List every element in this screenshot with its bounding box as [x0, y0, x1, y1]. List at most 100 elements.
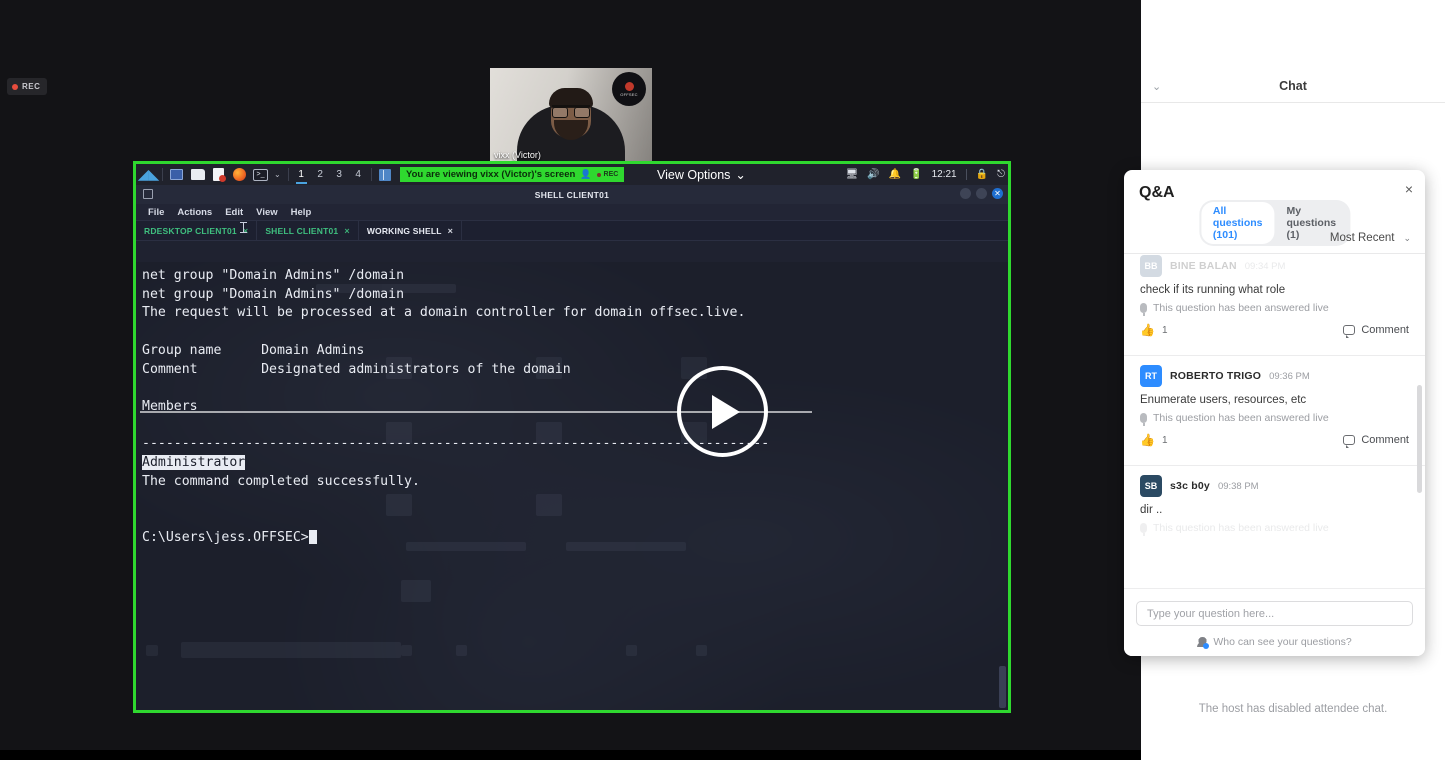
clock: 12:21 — [931, 168, 957, 180]
qa-question-item[interactable]: BB BINE BALAN 09:34 PM check if its runn… — [1124, 254, 1425, 346]
webcam-participant-name: vixx (Victor) — [494, 150, 541, 160]
kali-dragon-menu-icon[interactable]: ◢◣ — [138, 166, 160, 183]
comment-bubble-icon — [1343, 325, 1356, 338]
chevron-down-icon[interactable]: ⌄ — [274, 170, 281, 179]
qa-answered-text: This question has been answered live — [1153, 412, 1329, 424]
terminal-scrollbar[interactable] — [998, 262, 1007, 710]
tab-shell-client01[interactable]: SHELL CLIENT01 × — [257, 221, 359, 240]
record-dot-icon-2 — [596, 172, 601, 177]
qa-question-list[interactable]: BB BINE BALAN 09:34 PM check if its runn… — [1124, 254, 1425, 588]
share-banner-text: You are viewing vixx (Victor)'s screen — [406, 169, 576, 180]
chat-panel-header: ⌄ Chat — [1141, 70, 1445, 103]
menu-edit[interactable]: Edit — [225, 207, 243, 218]
workspace-4[interactable]: 4 — [349, 169, 368, 180]
who-can-see-link[interactable]: Who can see your questions? — [1124, 636, 1425, 649]
close-button[interactable]: ✕ — [992, 188, 1003, 199]
maximize-button[interactable] — [976, 188, 987, 199]
qa-answered-text: This question has been answered live — [1153, 522, 1329, 534]
microphone-icon — [1140, 413, 1147, 426]
minimize-button[interactable] — [960, 188, 971, 199]
qa-question-item[interactable]: SB s3c b0y 09:38 PM dir .. This question… — [1124, 465, 1425, 536]
volume-icon[interactable]: 🔊 — [867, 169, 879, 180]
comment-button[interactable]: Comment — [1343, 434, 1409, 448]
tab-shell-label: SHELL CLIENT01 — [265, 225, 339, 236]
menu-view[interactable]: View — [256, 207, 277, 218]
qa-answered-text: This question has been answered live — [1153, 302, 1329, 314]
close-icon-tab-shell[interactable]: × — [344, 226, 349, 236]
like-button[interactable]: 👍 1 — [1140, 433, 1168, 447]
qa-question-header: RT ROBERTO TRIGO 09:36 PM — [1140, 365, 1409, 387]
who-can-see-label: Who can see your questions? — [1213, 636, 1352, 648]
terminal-selected-text: Administrator — [142, 455, 246, 471]
comment-label: Comment — [1361, 434, 1409, 446]
firefox-icon[interactable] — [231, 166, 248, 183]
battery-icon[interactable]: 🔋 — [910, 169, 922, 180]
screen-icon[interactable]: 🖥 — [846, 169, 859, 180]
menu-file[interactable]: File — [148, 207, 164, 218]
close-icon-tab-working[interactable]: × — [448, 226, 453, 236]
thumbs-up-icon: 👍 — [1140, 433, 1155, 447]
qa-scrollbar-thumb[interactable] — [1417, 385, 1422, 493]
window-task-icon[interactable] — [377, 166, 394, 183]
display-settings-icon[interactable] — [168, 166, 185, 183]
menu-help[interactable]: Help — [291, 207, 312, 218]
share-banner-rec-label: REC — [603, 171, 619, 178]
terminal-icon[interactable]: >_ — [252, 166, 269, 183]
file-manager-icon[interactable] — [189, 166, 206, 183]
comment-label: Comment — [1361, 324, 1409, 336]
workspace-3[interactable]: 3 — [330, 169, 349, 180]
qa-panel: Q&A × All questions (101) My questions (… — [1124, 170, 1425, 656]
record-dot-icon — [12, 83, 18, 90]
terminal-prompt: C:\Users\jess.OFFSEC> — [142, 529, 309, 545]
terminal-text: net group "Domain Admins" /domain net gr… — [136, 262, 1008, 548]
text-cursor-icon — [240, 222, 247, 233]
qa-question-input[interactable]: Type your question here... — [1136, 601, 1413, 626]
presenter-webcam-thumbnail[interactable]: OFFSEC vixx (Victor) — [490, 68, 652, 163]
qa-question-item[interactable]: RT ROBERTO TRIGO 09:36 PM Enumerate user… — [1124, 355, 1425, 456]
lock-icon[interactable]: 🔒 — [976, 169, 988, 180]
tab-rdesktop-client01[interactable]: RDESKTOP CLIENT01 × — [136, 221, 258, 240]
qa-question-header: SB s3c b0y 09:38 PM — [1140, 475, 1409, 497]
chevron-down-icon-view-options: ⌄ — [735, 168, 746, 182]
window-menu-icon[interactable] — [143, 189, 153, 199]
terminal-scrollbar-thumb[interactable] — [999, 666, 1006, 708]
terminal-window: SHELL CLIENT01 ✕ File Actions Edit View … — [136, 185, 1008, 710]
microphone-icon — [1140, 303, 1147, 316]
qa-sort-control[interactable]: Most Recent ⌄ — [1330, 232, 1411, 244]
qa-answered-note: This question has been answered live — [1140, 522, 1409, 536]
offsec-logo-icon: OFFSEC — [612, 72, 646, 106]
chat-disabled-message: The host has disabled attendee chat. — [1198, 703, 1388, 715]
chevron-down-icon-chat[interactable]: ⌄ — [1152, 80, 1161, 93]
logo-text: OFFSEC — [620, 91, 638, 97]
workspace-1[interactable]: 1 — [292, 169, 311, 184]
menu-actions[interactable]: Actions — [177, 207, 212, 218]
qa-author: BINE BALAN — [1170, 260, 1237, 272]
comment-button[interactable]: Comment — [1343, 324, 1409, 338]
taskbar-separator — [162, 168, 163, 181]
terminal-separator-line: ----------------------------------------… — [142, 436, 770, 452]
qa-author: ROBERTO TRIGO — [1170, 370, 1262, 382]
power-icon[interactable]: ⎋ — [997, 169, 1005, 180]
chevron-down-icon-sort: ⌄ — [1403, 232, 1411, 243]
tab-working-shell-label: WORKING SHELL — [366, 225, 442, 236]
terminal-output-area[interactable]: net group "Domain Admins" /domain net gr… — [136, 262, 1008, 710]
like-button[interactable]: 👍 1 — [1140, 323, 1168, 337]
play-triangle-icon — [712, 394, 740, 429]
qa-question-text: check if its running what role — [1140, 284, 1286, 296]
system-tray: 🖥 🔊 🔔 🔋 12:21 🔒 ⎋ — [846, 166, 1005, 183]
qa-timestamp: 09:34 PM — [1244, 260, 1286, 272]
qa-answered-note: This question has been answered live — [1140, 302, 1409, 316]
like-count: 1 — [1161, 324, 1168, 336]
notifications-bell-icon[interactable]: 🔔 — [889, 169, 901, 180]
text-editor-icon[interactable] — [210, 166, 227, 183]
view-options-button[interactable]: View Options ⌄ — [657, 166, 746, 183]
chat-title: Chat — [1279, 79, 1307, 93]
screen-share-banner: You are viewing vixx (Victor)'s screen 👤… — [400, 167, 625, 182]
qa-answered-note: This question has been answered live — [1140, 412, 1409, 426]
tab-all-questions[interactable]: All questions (101) — [1200, 202, 1275, 244]
workspace-2[interactable]: 2 — [311, 169, 330, 180]
tab-working-shell[interactable]: WORKING SHELL × — [359, 221, 463, 240]
qa-sort-label: Most Recent — [1329, 232, 1395, 244]
close-icon-qa-panel[interactable]: × — [1405, 181, 1413, 197]
play-button[interactable] — [677, 366, 768, 457]
